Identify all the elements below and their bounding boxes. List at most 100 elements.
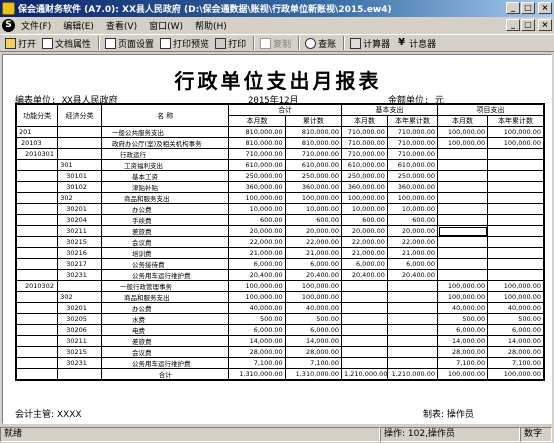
cell-project-month[interactable]: 500.00 [437, 313, 489, 325]
cell-func[interactable] [15, 346, 59, 358]
cell-project-cum[interactable]: 28,000.00 [487, 346, 545, 358]
cell-econ[interactable]: 30101 [57, 170, 103, 182]
menu-file[interactable]: 文件(F) [21, 19, 51, 32]
cell-basic-cum[interactable]: 1,210,000.00 [386, 368, 439, 381]
cell-func[interactable] [15, 258, 59, 270]
cell-month[interactable]: 810,000.00 [228, 126, 286, 138]
cell-name[interactable]: 基本工资 [101, 170, 230, 182]
cell-basic-cum[interactable] [386, 313, 439, 325]
cell-econ[interactable]: 30231 [57, 357, 103, 369]
cell-month[interactable]: 710,000.00 [228, 148, 286, 160]
cell-func[interactable] [15, 214, 59, 226]
cell-month[interactable]: 7,100.00 [228, 357, 286, 369]
interest-calculator-button[interactable]: ¥ 计息器 [394, 35, 440, 51]
cell-cum[interactable]: 1,310,000.00 [284, 368, 343, 381]
cell-basic-cum[interactable]: 610,000.00 [386, 159, 439, 171]
cell-func[interactable] [15, 225, 59, 237]
cell-name[interactable]: 商品和服务支出 [101, 192, 230, 204]
cell-econ[interactable] [57, 280, 103, 292]
cell-name[interactable]: 工资福利支出 [101, 159, 230, 171]
menu-edit[interactable]: 编辑(E) [63, 19, 94, 32]
table-row[interactable]: 2010301 行政运行 710,000.00 710,000.00 710,000.0… [15, 148, 545, 160]
cell-project-cum[interactable]: 100,000.00 [487, 368, 545, 381]
cell-name[interactable]: 办公费 [101, 302, 230, 314]
cell-basic-cum[interactable] [386, 280, 439, 292]
cell-name[interactable]: 手续费 [101, 214, 230, 226]
table-row[interactable]: 30211 差旅费 20,000.00 20,000.00 20,000.00 20,00… [15, 225, 545, 237]
cell-project-cum[interactable]: 100,000.00 [487, 280, 545, 292]
cell-cum[interactable]: 500.00 [284, 313, 343, 325]
cell-project-cum[interactable] [487, 170, 545, 182]
close-button[interactable]: × [538, 2, 552, 14]
cell-project-month[interactable] [437, 214, 489, 226]
cell-month[interactable]: 500.00 [228, 313, 286, 325]
cell-func[interactable]: 2010301 [15, 148, 59, 160]
cell-basic-month[interactable]: 250,000.00 [341, 170, 388, 182]
cell-basic-cum[interactable]: 20,000.00 [386, 225, 439, 237]
cell-month[interactable]: 21,000.00 [228, 247, 286, 259]
maximize-button[interactable]: □ [521, 2, 535, 14]
menu-help[interactable]: 帮助(H) [195, 19, 227, 32]
cell-name[interactable]: 商品和服务支出 [101, 291, 230, 303]
cell-basic-month[interactable] [341, 302, 388, 314]
cell-cum[interactable]: 610,000.00 [284, 159, 343, 171]
cell-name[interactable]: 合计 [101, 368, 230, 381]
cell-basic-month[interactable]: 22,000.00 [341, 236, 388, 248]
cell-month[interactable]: 610,000.00 [228, 159, 286, 171]
cell-basic-cum[interactable]: 100,000.00 [386, 192, 439, 204]
cell-name[interactable]: 差旅费 [101, 335, 230, 347]
cell-econ[interactable]: 30201 [57, 203, 103, 215]
cell-project-month[interactable] [437, 170, 489, 182]
cell-month[interactable]: 810,000.00 [228, 137, 286, 149]
cell-cum[interactable]: 28,000.00 [284, 346, 343, 358]
cell-cum[interactable]: 100,000.00 [284, 280, 343, 292]
cell-project-cum[interactable]: 100,000.00 [487, 291, 545, 303]
print-button[interactable]: 打印 [213, 35, 250, 51]
cell-basic-cum[interactable]: 6,000.00 [386, 258, 439, 270]
cell-basic-month[interactable]: 20,400.00 [341, 269, 388, 281]
cell-cum[interactable]: 40,000.00 [284, 302, 343, 314]
cell-project-month[interactable] [437, 181, 489, 193]
cell-project-cum[interactable]: 14,000.00 [487, 335, 545, 347]
table-row[interactable]: 30201 办公费 10,000.00 10,000.00 10,000.00 10,00… [15, 203, 545, 215]
cell-basic-cum[interactable] [386, 291, 439, 303]
cell-project-month[interactable] [437, 192, 489, 204]
cell-econ[interactable]: 301 [57, 159, 103, 171]
cell-func[interactable] [15, 247, 59, 259]
cell-basic-month[interactable]: 710,000.00 [341, 126, 388, 138]
cell-basic-cum[interactable]: 10,000.00 [386, 203, 439, 215]
cell-basic-cum[interactable]: 710,000.00 [386, 126, 439, 138]
cell-econ[interactable]: 302 [57, 192, 103, 204]
cell-func[interactable] [15, 181, 59, 193]
cell-month[interactable]: 600.00 [228, 214, 286, 226]
cell-func[interactable] [15, 313, 59, 325]
table-row[interactable]: 30231 公务用车运行维护费 20,400.00 20,400.00 20,400.0… [15, 269, 545, 281]
cell-name[interactable]: 会议费 [101, 346, 230, 358]
cell-basic-month[interactable] [341, 313, 388, 325]
cell-project-month[interactable] [437, 236, 489, 248]
cell-project-month[interactable]: 100,000.00 [437, 280, 489, 292]
cell-func[interactable] [15, 170, 59, 182]
cell-project-month[interactable] [437, 203, 489, 215]
cell-project-cum[interactable]: 100,000.00 [487, 137, 545, 149]
cell-func[interactable] [15, 291, 59, 303]
cell-project-month[interactable] [437, 269, 489, 281]
cell-month[interactable]: 20,400.00 [228, 269, 286, 281]
cell-cum[interactable]: 14,000.00 [284, 335, 343, 347]
cell-econ[interactable]: 30211 [57, 335, 103, 347]
cell-func[interactable] [15, 324, 59, 336]
cell-project-cum[interactable] [487, 269, 545, 281]
cell-basic-cum[interactable]: 360,000.00 [386, 181, 439, 193]
cell-basic-month[interactable] [341, 324, 388, 336]
cell-basic-month[interactable]: 6,000.00 [341, 258, 388, 270]
cell-basic-cum[interactable]: 22,000.00 [386, 236, 439, 248]
cell-cum[interactable]: 22,000.00 [284, 236, 343, 248]
minimize-button[interactable]: _ [506, 2, 520, 14]
table-row[interactable]: 30205 水费 500.00 500.00 500.00 500.00 [15, 313, 545, 325]
table-row[interactable]: 30231 公务用车运行维护费 7,100.00 7,100.00 7,100.00 7,… [15, 357, 545, 369]
cell-econ[interactable] [57, 126, 103, 138]
table-row[interactable]: 201 一般公共服务支出 810,000.00 810,000.00 710,000.0… [15, 126, 545, 138]
cell-cum[interactable]: 7,100.00 [284, 357, 343, 369]
cell-month[interactable]: 100,000.00 [228, 192, 286, 204]
cell-project-month[interactable]: 40,000.00 [437, 302, 489, 314]
